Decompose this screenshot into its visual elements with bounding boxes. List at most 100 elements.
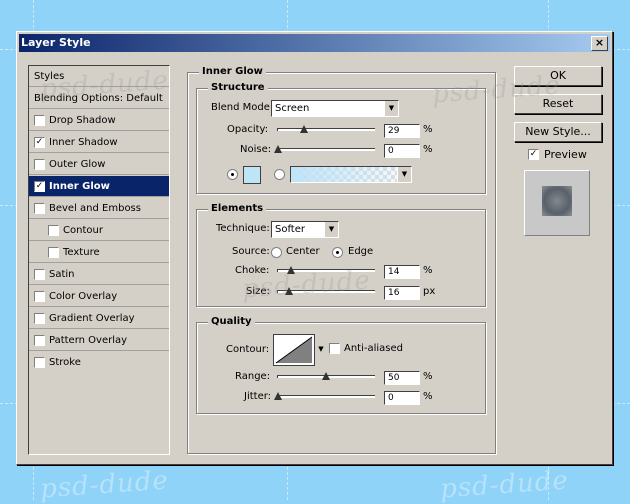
chevron-down-icon[interactable]: ▼ — [315, 334, 327, 364]
glow-color-swatch[interactable] — [243, 166, 261, 184]
slider-thumb[interactable] — [285, 287, 293, 295]
source-center-label: Center — [286, 246, 320, 257]
size-slider[interactable] — [277, 286, 375, 298]
anti-aliased-label: Anti-aliased — [344, 343, 404, 354]
ok-button[interactable]: OK — [514, 66, 602, 86]
size-input[interactable]: 16 — [384, 286, 420, 300]
chevron-down-icon[interactable]: ▼ — [397, 167, 411, 182]
checkbox[interactable] — [34, 159, 45, 170]
anti-aliased-checkbox[interactable] — [329, 343, 340, 354]
slider-track — [277, 148, 375, 151]
quality-title: Quality — [208, 316, 255, 328]
chevron-down-icon[interactable]: ▼ — [384, 101, 398, 116]
contour-label: Contour: — [226, 344, 270, 355]
watermark: psd-dude — [439, 465, 570, 504]
slider-thumb[interactable] — [322, 372, 330, 380]
watermark: psd-dude — [39, 465, 170, 504]
contour-picker[interactable] — [273, 334, 315, 366]
jitter-label: Jitter: — [244, 391, 272, 402]
styles-header[interactable]: Styles — [29, 66, 169, 87]
sidebar-item-label: Contour — [63, 225, 103, 236]
sidebar-item-label: Texture — [63, 247, 100, 258]
noise-slider[interactable] — [274, 144, 375, 156]
sidebar-item-label: Pattern Overlay — [49, 335, 128, 346]
choke-slider[interactable] — [277, 265, 375, 277]
technique-select[interactable]: Softer ▼ — [271, 221, 339, 238]
sidebar-item-color-overlay[interactable]: Color Overlay — [29, 286, 169, 307]
reset-button[interactable]: Reset — [514, 94, 602, 114]
opacity-label: Opacity: — [227, 124, 269, 135]
checkbox[interactable]: ✓ — [34, 181, 45, 192]
styles-list: Styles Blending Options: Default Drop Sh… — [28, 65, 170, 455]
checkbox[interactable] — [34, 313, 45, 324]
source-edge-radio[interactable] — [332, 247, 343, 258]
styles-label: Styles — [34, 71, 65, 82]
blend-mode-value: Screen — [275, 103, 310, 114]
checkbox[interactable] — [34, 269, 45, 280]
slider-track — [277, 395, 375, 398]
color-radio[interactable] — [227, 169, 238, 180]
checkbox[interactable] — [34, 357, 45, 368]
sidebar-item-contour[interactable]: Contour — [29, 220, 169, 241]
sidebar-item-gradient-overlay[interactable]: Gradient Overlay — [29, 308, 169, 329]
slider-thumb[interactable] — [287, 266, 295, 274]
checkbox[interactable] — [34, 291, 45, 302]
blending-options-item[interactable]: Blending Options: Default — [29, 88, 169, 109]
noise-label: Noise: — [240, 144, 272, 155]
sidebar-item-label: Gradient Overlay — [49, 313, 135, 324]
choke-label: Choke: — [235, 265, 270, 276]
blend-mode-select[interactable]: Screen ▼ — [271, 100, 399, 117]
sidebar-item-label: Bevel and Emboss — [49, 203, 141, 214]
checkbox[interactable] — [34, 203, 45, 214]
slider-thumb[interactable] — [274, 392, 282, 400]
sidebar-item-drop-shadow[interactable]: Drop Shadow — [29, 110, 169, 131]
opacity-slider[interactable] — [277, 124, 375, 136]
chevron-down-icon[interactable]: ▼ — [324, 222, 338, 237]
slider-thumb[interactable] — [300, 125, 308, 133]
percent-unit: % — [423, 265, 433, 276]
structure-title: Structure — [208, 82, 268, 94]
range-input[interactable]: 50 — [384, 371, 420, 385]
elements-title: Elements — [208, 203, 267, 215]
sidebar-item-satin[interactable]: Satin — [29, 264, 169, 285]
opacity-input[interactable]: 29 — [384, 124, 420, 138]
source-center-radio[interactable] — [271, 247, 282, 258]
close-button[interactable]: × — [591, 36, 608, 51]
sidebar-item-label: Inner Shadow — [49, 137, 118, 148]
new-style-button[interactable]: New Style... — [514, 122, 602, 142]
sidebar-item-texture[interactable]: Texture — [29, 242, 169, 263]
sidebar-item-label: Satin — [49, 269, 75, 280]
checkbox[interactable] — [48, 225, 59, 236]
range-slider[interactable] — [277, 371, 375, 383]
sidebar-item-bevel-emboss[interactable]: Bevel and Emboss — [29, 198, 169, 219]
checkbox[interactable]: ✓ — [34, 137, 45, 148]
range-label: Range: — [235, 371, 271, 382]
noise-input[interactable]: 0 — [384, 144, 420, 158]
sidebar-item-pattern-overlay[interactable]: Pattern Overlay — [29, 330, 169, 351]
jitter-slider[interactable] — [274, 391, 375, 403]
preview-label: Preview — [544, 148, 587, 161]
layer-style-dialog: Layer Style × Styles Blending Options: D… — [16, 31, 613, 465]
px-unit: px — [423, 286, 436, 297]
choke-input[interactable]: 14 — [384, 265, 420, 279]
sidebar-item-inner-glow[interactable]: ✓ Inner Glow — [29, 176, 169, 197]
gradient-radio[interactable] — [274, 169, 285, 180]
percent-unit: % — [423, 124, 433, 135]
technique-value: Softer — [275, 224, 305, 235]
sidebar-item-inner-shadow[interactable]: ✓ Inner Shadow — [29, 132, 169, 153]
sidebar-item-outer-glow[interactable]: Outer Glow — [29, 154, 169, 175]
checkbox[interactable] — [48, 247, 59, 258]
source-label: Source: — [232, 246, 270, 257]
jitter-input[interactable]: 0 — [384, 391, 420, 405]
blend-mode-label: Blend Mode: — [211, 102, 274, 113]
sidebar-item-label: Outer Glow — [49, 159, 106, 170]
slider-thumb[interactable] — [274, 145, 282, 153]
sidebar-item-label: Drop Shadow — [49, 115, 116, 126]
percent-unit: % — [423, 391, 433, 402]
checkbox[interactable] — [34, 115, 45, 126]
preview-checkbox[interactable]: ✓ — [528, 149, 539, 160]
checkbox[interactable] — [34, 335, 45, 346]
sidebar-item-stroke[interactable]: Stroke — [29, 352, 169, 373]
style-preview-thumbnail — [524, 170, 590, 236]
gradient-picker[interactable]: ▼ — [290, 166, 412, 183]
